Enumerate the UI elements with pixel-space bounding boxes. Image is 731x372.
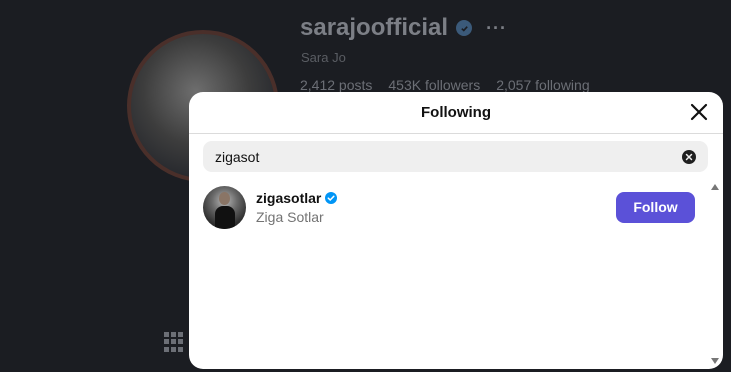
clear-icon [685, 153, 693, 160]
verified-badge-icon [325, 191, 338, 204]
posts-count: 2,412 posts [300, 77, 373, 93]
modal-header: Following [189, 92, 723, 134]
scroll-up-arrow-icon[interactable] [711, 184, 719, 190]
profile-stats: 2,412 posts 453K followers 2,057 followi… [300, 77, 590, 93]
followers-count: 453K followers [388, 77, 481, 93]
more-options-icon: ··· [486, 17, 508, 38]
scrollbar[interactable] [710, 184, 720, 364]
profile-full-name: Sara Jo [301, 50, 346, 65]
search-input[interactable] [215, 148, 682, 165]
avatar[interactable] [203, 185, 246, 229]
following-modal: Following zigasotlar Ziga Sotlar [189, 92, 723, 369]
user-handle[interactable]: zigasotlar [256, 190, 321, 206]
user-info: zigasotlar Ziga Sotlar [256, 190, 338, 225]
search-box [203, 141, 708, 172]
profile-username: sarajoofficial [300, 14, 449, 41]
user-full-name: Ziga Sotlar [256, 208, 324, 225]
scroll-down-arrow-icon[interactable] [711, 358, 719, 364]
list-item[interactable]: zigasotlar Ziga Sotlar Follow [203, 184, 695, 230]
modal-title: Following [421, 104, 491, 121]
verified-icon [456, 20, 473, 36]
clear-search-button[interactable] [682, 149, 696, 164]
following-count: 2,057 following [496, 77, 590, 93]
user-handle-line: zigasotlar [256, 190, 338, 206]
profile-username-line: sarajoofficial ··· [300, 14, 507, 42]
grid-icon [164, 332, 184, 352]
close-button[interactable] [689, 102, 709, 122]
follow-button[interactable]: Follow [616, 191, 695, 223]
close-icon [690, 103, 708, 121]
